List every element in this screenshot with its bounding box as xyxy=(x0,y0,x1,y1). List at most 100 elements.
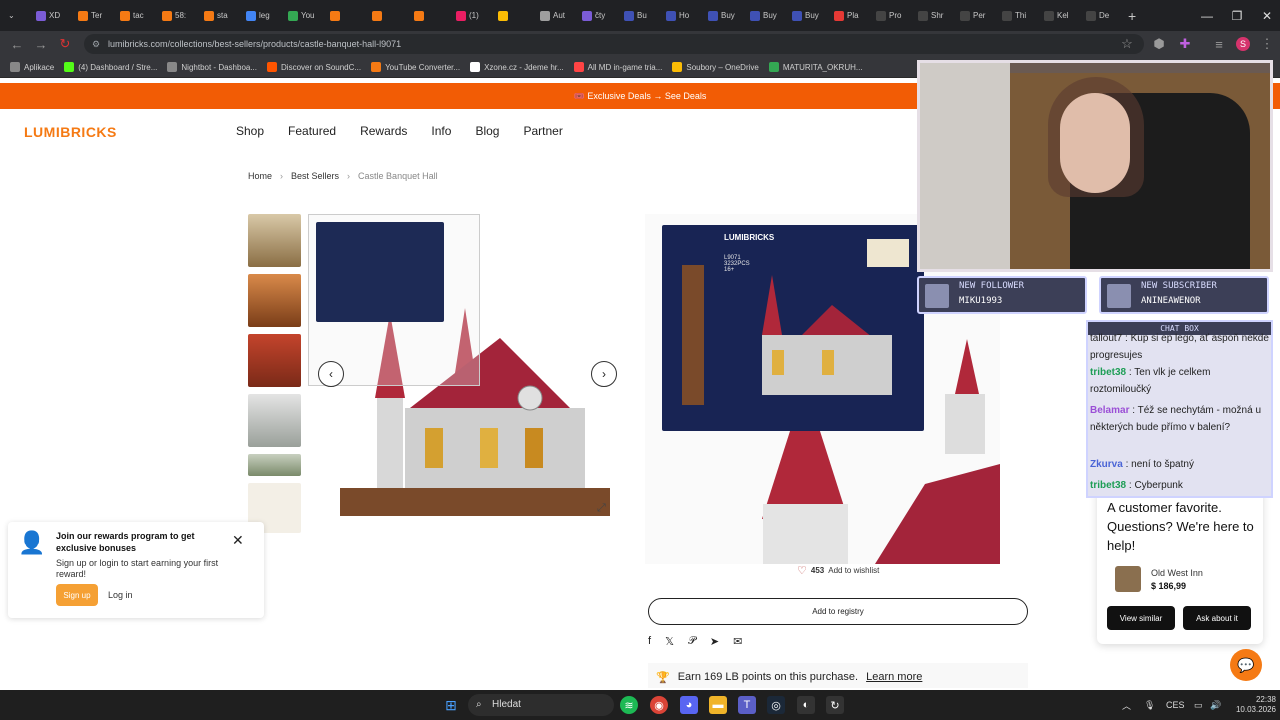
site-info-icon[interactable]: ⚙ xyxy=(92,34,100,54)
wishlist[interactable]: ♡ 453 Add to wishlist xyxy=(797,564,879,577)
nav-rewards[interactable]: Rewards xyxy=(360,124,407,138)
wishlist-label[interactable]: Add to wishlist xyxy=(828,566,879,575)
media-icon[interactable]: ≡ xyxy=(1210,35,1228,53)
thumbnail-3[interactable] xyxy=(248,334,301,387)
browser-tab[interactable]: You xyxy=(280,0,322,31)
browser-tab[interactable]: Bu xyxy=(616,0,658,31)
browser-tab[interactable] xyxy=(322,0,364,31)
login-link[interactable]: Log in xyxy=(108,590,133,600)
browser-tab[interactable]: Pro xyxy=(868,0,910,31)
x-icon[interactable]: 𝕏 xyxy=(665,635,674,648)
browser-tab[interactable]: Aut xyxy=(532,0,574,31)
add-to-registry-button[interactable]: Add to registry xyxy=(648,598,1028,625)
reload-icon[interactable]: ↻ xyxy=(56,35,74,53)
similar-product-thumb[interactable] xyxy=(1115,566,1141,592)
mic-icon[interactable]: 🎙 xyxy=(1144,690,1155,720)
next-image-button[interactable]: › xyxy=(591,361,617,387)
bookmark-item[interactable]: Nightbot - Dashboa... xyxy=(167,62,257,72)
thumbnail-4[interactable] xyxy=(248,394,301,447)
breadcrumb-home[interactable]: Home xyxy=(248,171,272,181)
nav-partner[interactable]: Partner xyxy=(523,124,562,138)
prev-image-button[interactable]: ‹ xyxy=(318,361,344,387)
discord-icon[interactable]: ◕ xyxy=(680,696,698,714)
similar-product-name[interactable]: Old West Inn xyxy=(1151,568,1203,578)
breadcrumb-best-sellers[interactable]: Best Sellers xyxy=(291,171,339,181)
bookmark-item[interactable]: Discover on SoundC... xyxy=(267,62,361,72)
bookmark-item[interactable]: (4) Dashboard / Stre... xyxy=(64,62,157,72)
browser-tab[interactable] xyxy=(406,0,448,31)
browser-tab[interactable]: XD xyxy=(28,0,70,31)
facebook-icon[interactable]: f xyxy=(648,635,651,648)
extensions-puzzle-icon[interactable]: ✚ xyxy=(1176,35,1194,53)
browser-tab[interactable]: Ter xyxy=(70,0,112,31)
browser-tab[interactable]: Per xyxy=(952,0,994,31)
volume-icon[interactable]: 🔊 xyxy=(1210,690,1221,720)
browser-tab[interactable]: Buy xyxy=(700,0,742,31)
bookmark-star-icon[interactable]: ☆ xyxy=(1118,35,1136,53)
chrome-icon[interactable]: ◉ xyxy=(650,696,668,714)
bookmark-item[interactable]: YouTube Converter... xyxy=(371,62,460,72)
browser-tab[interactable] xyxy=(364,0,406,31)
teams-icon[interactable]: T xyxy=(738,696,756,714)
signup-button[interactable]: Sign up xyxy=(56,584,98,606)
browser-tab[interactable]: Buy xyxy=(742,0,784,31)
pinterest-icon[interactable]: 𝒫 xyxy=(688,635,696,648)
browser-tab[interactable]: Thi xyxy=(994,0,1036,31)
tab-menu[interactable]: ⌄ xyxy=(0,0,28,31)
chat-launcher-icon[interactable]: 💬 xyxy=(1230,649,1262,681)
thumbnail-5[interactable] xyxy=(248,454,301,476)
obs-icon[interactable]: ◐ xyxy=(797,696,815,714)
browser-tab[interactable]: sta xyxy=(196,0,238,31)
url-field[interactable]: ⚙ lumibricks.com/collections/best-seller… xyxy=(84,34,1144,54)
bookmark-item[interactable]: All MD in-game tria... xyxy=(573,62,662,72)
app-icon[interactable]: ↻ xyxy=(826,696,844,714)
steam-icon[interactable]: ◎ xyxy=(767,696,785,714)
browser-tab[interactable]: Ho xyxy=(658,0,700,31)
tray-overflow-icon[interactable]: ︿ xyxy=(1122,690,1131,720)
browser-tab[interactable]: leg xyxy=(238,0,280,31)
browser-tab[interactable] xyxy=(490,0,532,31)
back-icon[interactable]: ← xyxy=(8,35,26,53)
browser-tab[interactable]: 58: xyxy=(154,0,196,31)
browser-tab[interactable]: De xyxy=(1078,0,1120,31)
email-icon[interactable]: ✉ xyxy=(733,635,742,648)
network-icon[interactable]: ▭ xyxy=(1194,690,1203,720)
browser-tab[interactable]: čty xyxy=(574,0,616,31)
new-tab-icon[interactable]: + xyxy=(1120,0,1162,31)
view-similar-button[interactable]: View similar xyxy=(1107,606,1175,630)
fullscreen-icon[interactable]: ⤢ xyxy=(597,502,606,515)
bookmark-item[interactable]: Xzone.cz - Jdeme hr... xyxy=(470,62,564,72)
bookmark-item[interactable]: Soubory – OneDrive xyxy=(672,62,759,72)
telegram-icon[interactable]: ➤ xyxy=(710,635,719,648)
bookmark-item[interactable]: Aplikace xyxy=(10,62,54,72)
forward-icon[interactable]: → xyxy=(32,35,50,53)
ask-about-it-button[interactable]: Ask about it xyxy=(1183,606,1251,630)
browser-tab[interactable]: (1) xyxy=(448,0,490,31)
nav-featured[interactable]: Featured xyxy=(288,124,336,138)
browser-tab[interactable]: tac xyxy=(112,0,154,31)
maximize-icon[interactable]: ❐ xyxy=(1222,0,1252,31)
browser-tab[interactable]: Kel xyxy=(1036,0,1078,31)
nav-shop[interactable]: Shop xyxy=(236,124,264,138)
spotify-icon[interactable]: ≋ xyxy=(620,696,638,714)
start-icon[interactable]: ⊞ xyxy=(442,696,460,714)
taskbar-search[interactable]: ⌕ Hledat xyxy=(468,694,614,716)
close-icon[interactable]: ✕ xyxy=(232,532,244,549)
site-logo[interactable]: LUMIBRICKS xyxy=(24,124,117,140)
heart-icon[interactable]: ♡ xyxy=(797,564,807,577)
browser-tab[interactable]: Buy xyxy=(784,0,826,31)
language-indicator[interactable]: CES xyxy=(1166,690,1185,720)
nav-blog[interactable]: Blog xyxy=(475,124,499,138)
browser-tab[interactable]: Shr xyxy=(910,0,952,31)
extension-icon[interactable]: ⬢ xyxy=(1150,35,1168,53)
clock[interactable]: 22:38 10.03.2026 xyxy=(1226,695,1276,715)
bookmark-item[interactable]: MATURITA_OKRUH... xyxy=(768,62,863,72)
thumbnail-1[interactable] xyxy=(248,214,301,267)
profile-avatar[interactable]: S xyxy=(1236,37,1250,51)
nav-info[interactable]: Info xyxy=(431,124,451,138)
file-explorer-icon[interactable]: ▬ xyxy=(709,696,727,714)
learn-more-link[interactable]: Learn more xyxy=(866,671,922,683)
minimize-icon[interactable]: — xyxy=(1192,0,1222,31)
browser-tab[interactable]: Pla xyxy=(826,0,868,31)
close-window-icon[interactable]: ✕ xyxy=(1252,0,1280,31)
